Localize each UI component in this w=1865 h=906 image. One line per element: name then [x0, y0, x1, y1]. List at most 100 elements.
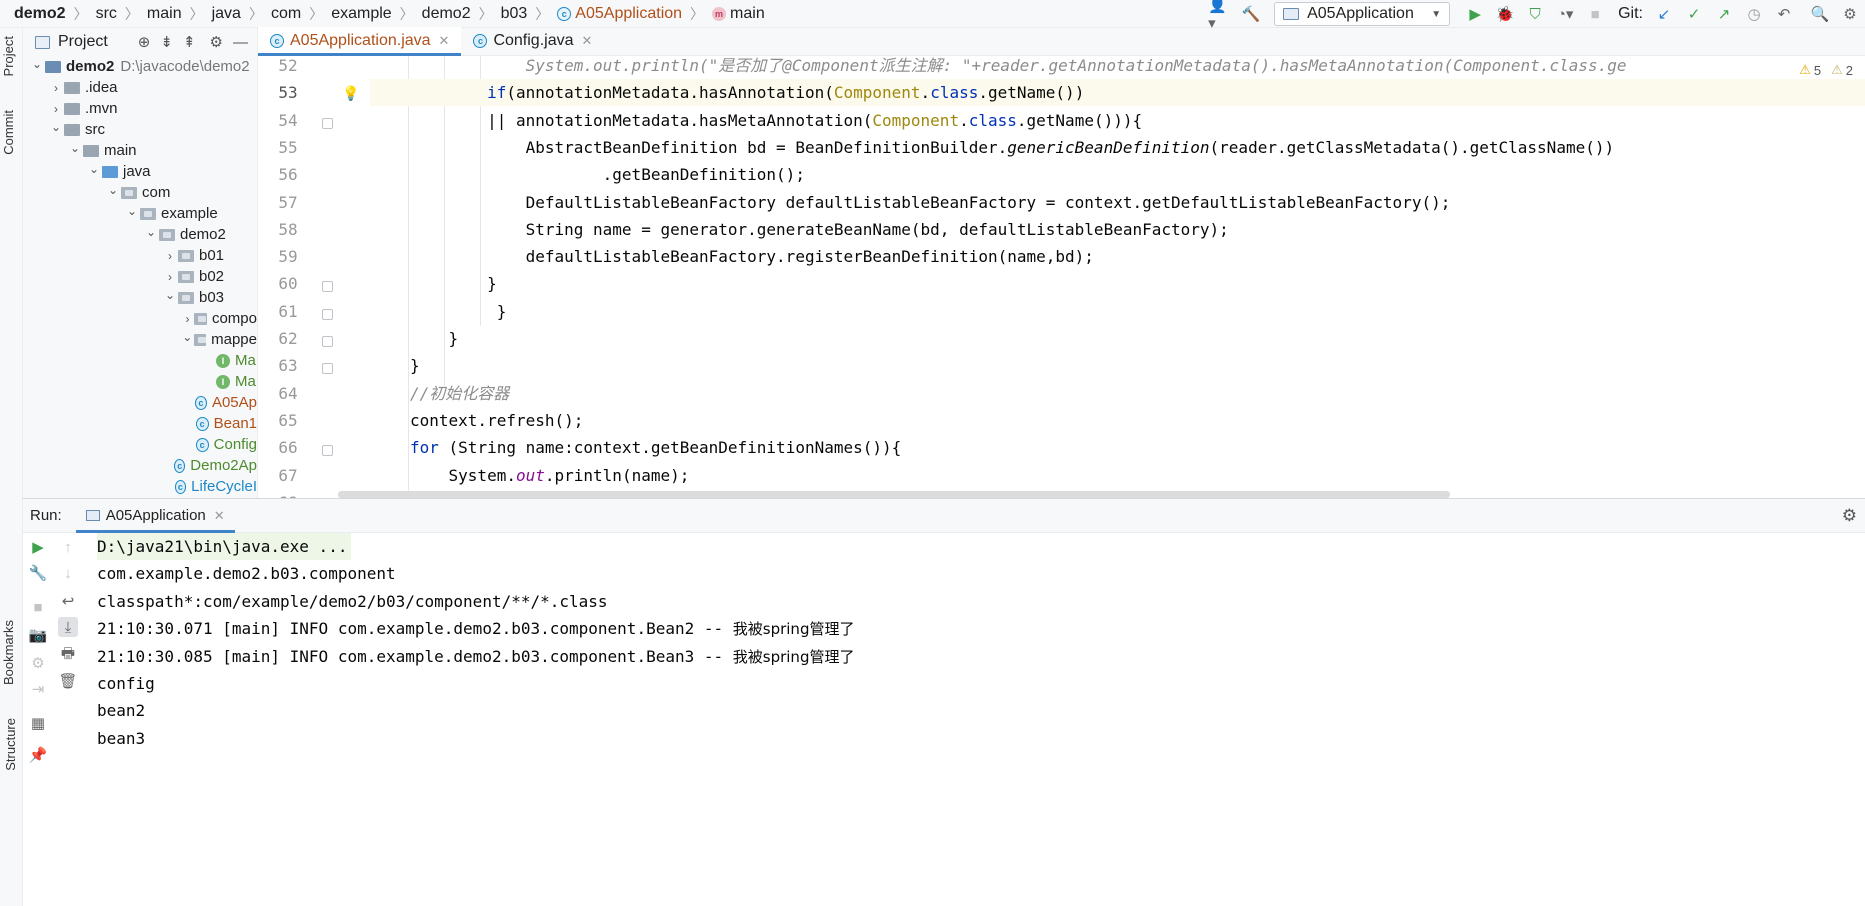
git-update-icon[interactable]: ↙: [1651, 1, 1677, 27]
close-icon[interactable]: ✕: [214, 508, 225, 524]
tree-item[interactable]: ⌄ com: [23, 182, 257, 203]
exit-icon[interactable]: ⇥: [28, 679, 48, 699]
breadcrumb-item[interactable]: 〉 m main: [682, 4, 765, 24]
chevron-down-icon[interactable]: ⌄: [143, 225, 159, 239]
tree-item[interactable]: I Ma: [23, 350, 257, 371]
chevron-down-icon[interactable]: ⌄: [29, 57, 45, 71]
tree-item[interactable]: c Config: [23, 434, 257, 455]
tree-item[interactable]: ⌄ example: [23, 203, 257, 224]
inspection-widget[interactable]: ⚠ 5 ⚠ 2: [1799, 62, 1853, 78]
tree-item[interactable]: ⌄ b03: [23, 287, 257, 308]
close-icon[interactable]: ✕: [439, 33, 450, 49]
pin-icon[interactable]: 📌: [28, 745, 48, 765]
intention-bulb-icon[interactable]: 💡: [342, 85, 359, 102]
user-icon[interactable]: 👤▾: [1208, 0, 1234, 32]
breadcrumb-item[interactable]: 〉 src: [66, 4, 117, 24]
breadcrumb-item[interactable]: 〉 main: [117, 4, 182, 24]
rollback-icon[interactable]: ↶: [1771, 1, 1797, 27]
tree-item[interactable]: ⌄ demo2 D:\javacode\demo2: [23, 56, 257, 77]
breadcrumb-item[interactable]: 〉 demo2: [392, 4, 471, 24]
fold-marker-icon[interactable]: [322, 363, 333, 375]
minimize-icon[interactable]: —: [233, 34, 248, 51]
profile-icon[interactable]: ◔▾: [1552, 1, 1578, 27]
chevron-right-icon[interactable]: ›: [162, 270, 178, 284]
wrench-icon[interactable]: 🔧: [28, 563, 48, 583]
run-icon[interactable]: ▶: [1462, 1, 1488, 27]
chevron-down-icon[interactable]: ⌄: [162, 288, 178, 302]
chevron-right-icon[interactable]: ›: [162, 249, 178, 263]
breadcrumb-item[interactable]: 〉 c A05Application: [527, 4, 682, 24]
chevron-right-icon[interactable]: ›: [181, 312, 194, 326]
run-configuration-select[interactable]: A05Application ▼: [1274, 2, 1451, 26]
expand-all-icon[interactable]: ⇟: [160, 33, 173, 51]
tree-item[interactable]: › compo: [23, 308, 257, 329]
soft-wrap-icon[interactable]: ↩: [58, 591, 78, 611]
print-icon[interactable]: 🖶: [58, 645, 78, 665]
camera-icon[interactable]: 📷: [28, 625, 48, 645]
close-icon[interactable]: ✕: [582, 33, 593, 49]
editor-tab[interactable]: c Config.java ✕: [461, 27, 604, 55]
tree-item[interactable]: › .idea: [23, 77, 257, 98]
stop-icon[interactable]: ■: [1582, 1, 1608, 27]
collapse-all-icon[interactable]: ⇞: [183, 33, 196, 51]
fold-marker-icon[interactable]: [322, 336, 333, 347]
tree-item[interactable]: › .mvn: [23, 98, 257, 119]
chevron-down-icon[interactable]: ⌄: [48, 120, 64, 134]
project-tool-button[interactable]: Project: [1, 36, 16, 76]
tree-item[interactable]: › b01: [23, 245, 257, 266]
git-push-icon[interactable]: ↗: [1711, 1, 1737, 27]
gear-icon[interactable]: ⚙: [210, 33, 223, 51]
tree-item[interactable]: ⌄ mappe: [23, 329, 257, 350]
tree-item[interactable]: c Bean1: [23, 413, 257, 434]
restore-layout-icon[interactable]: ⚙: [28, 653, 48, 673]
console-output[interactable]: D:\java21\bin\java.exe ... com.example.de…: [97, 533, 1865, 906]
breadcrumb-item[interactable]: 〉 b03: [471, 4, 528, 24]
chevron-down-icon[interactable]: ⌄: [67, 141, 83, 155]
arrow-down-icon[interactable]: ↓: [58, 563, 78, 583]
editor-tab[interactable]: c A05Application.java ✕: [258, 27, 462, 56]
chevron-down-icon[interactable]: ⌄: [181, 330, 194, 344]
fold-marker-icon[interactable]: [322, 281, 333, 293]
scroll-to-end-icon[interactable]: ⤓: [58, 617, 78, 637]
search-icon[interactable]: 🔍: [1807, 1, 1833, 27]
tree-item[interactable]: ⌄ main: [23, 140, 257, 161]
debug-icon[interactable]: 🐞: [1492, 1, 1518, 27]
chevron-right-icon[interactable]: ›: [48, 81, 64, 95]
history-icon[interactable]: ◷: [1741, 1, 1767, 27]
fold-marker-icon[interactable]: [322, 445, 333, 457]
structure-tool-button[interactable]: Structure: [3, 718, 18, 771]
locate-icon[interactable]: ⊕: [138, 33, 151, 51]
tree-item[interactable]: ⌄ java: [23, 161, 257, 182]
rerun-icon[interactable]: ▶: [28, 537, 48, 557]
gear-icon[interactable]: ⚙: [1842, 506, 1857, 526]
breadcrumb-item[interactable]: demo2: [14, 5, 66, 23]
settings-icon[interactable]: ⚙: [1837, 1, 1863, 27]
chevron-right-icon[interactable]: ›: [48, 102, 64, 116]
bookmarks-tool-button[interactable]: Bookmarks: [1, 620, 16, 685]
chevron-down-icon[interactable]: ⌄: [124, 204, 140, 218]
breadcrumb-item[interactable]: 〉 java: [182, 4, 241, 24]
tree-item[interactable]: I Ma: [23, 371, 257, 392]
tree-item[interactable]: ⌄ demo2: [23, 224, 257, 245]
tree-item[interactable]: c Demo2Ap: [23, 455, 257, 476]
breadcrumb-item[interactable]: 〉 example: [301, 4, 391, 24]
build-hammer-icon[interactable]: 🔨: [1238, 1, 1264, 27]
code-area[interactable]: System.out.println("是否加了@Component派生注解: …: [370, 56, 1865, 498]
layout-icon[interactable]: ▦: [28, 713, 48, 733]
commit-tool-button[interactable]: Commit: [1, 110, 16, 155]
tree-item[interactable]: c A05Ap: [23, 392, 257, 413]
project-panel-title[interactable]: Project: [58, 33, 108, 51]
coverage-icon[interactable]: ⛉: [1522, 1, 1548, 27]
tree-item[interactable]: ⌄ src: [23, 119, 257, 140]
tree-item[interactable]: › b02: [23, 266, 257, 287]
git-commit-icon[interactable]: ✓: [1681, 1, 1707, 27]
stop-icon[interactable]: ■: [28, 597, 48, 617]
tree-item[interactable]: c LifeCycleI: [23, 476, 257, 497]
fold-marker-icon[interactable]: [322, 308, 333, 320]
trash-icon[interactable]: 🗑: [58, 671, 78, 691]
run-tab[interactable]: A05Application ✕: [75, 499, 235, 533]
arrow-up-icon[interactable]: ↑: [58, 537, 78, 557]
breadcrumb-item[interactable]: 〉 com: [241, 4, 301, 24]
chevron-down-icon[interactable]: ⌄: [105, 183, 121, 197]
horizontal-scrollbar[interactable]: [338, 491, 1450, 498]
